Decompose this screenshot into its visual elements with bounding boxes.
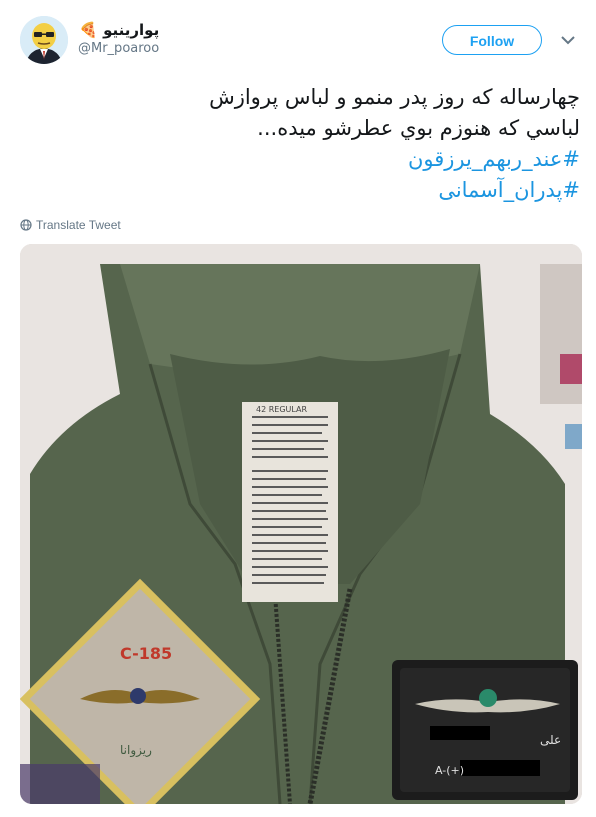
tweet-line: لباسي كه هنوزم بوي عطرشو ميده... [257,116,580,140]
translate-label: Translate Tweet [36,218,121,232]
hashtag-link[interactable]: #پدران_آسمانی [20,175,580,206]
follow-button[interactable]: Follow [442,25,542,55]
cartoon-avatar-icon [20,16,68,64]
tweet-header: پوارینیو 🍕 @Mr_poaroo Follow [20,16,580,64]
chevron-down-icon[interactable] [556,30,580,50]
display-name[interactable]: پوارینیو 🍕 [78,20,159,40]
tweet-text: چهارساله که روز پدر منمو و لباس پروازش ل… [20,82,580,206]
tweet-photo[interactable]: 42 REGULAR C-185 ریزوانا علی A-(+) [20,244,582,804]
flight-suit-photo: 42 REGULAR C-185 ریزوانا علی A-(+) [20,244,582,804]
tweet-line: چهارساله که روز پدر منمو و لباس پروازش [209,85,580,109]
translate-tweet-link[interactable]: Translate Tweet [20,218,121,232]
name-tag-text: علی [540,733,561,747]
tag-label: 42 REGULAR [256,405,308,414]
badge-script: ریزوانا [120,743,152,758]
hashtag-link[interactable]: #عند_ربهم_يرزقون [20,144,580,175]
badge-top-text: C-185 [120,644,172,663]
globe-icon [20,219,32,231]
user-handle[interactable]: @Mr_poaroo [78,40,159,58]
avatar[interactable] [20,16,68,64]
name-tag-code: A-(+) [435,764,464,777]
